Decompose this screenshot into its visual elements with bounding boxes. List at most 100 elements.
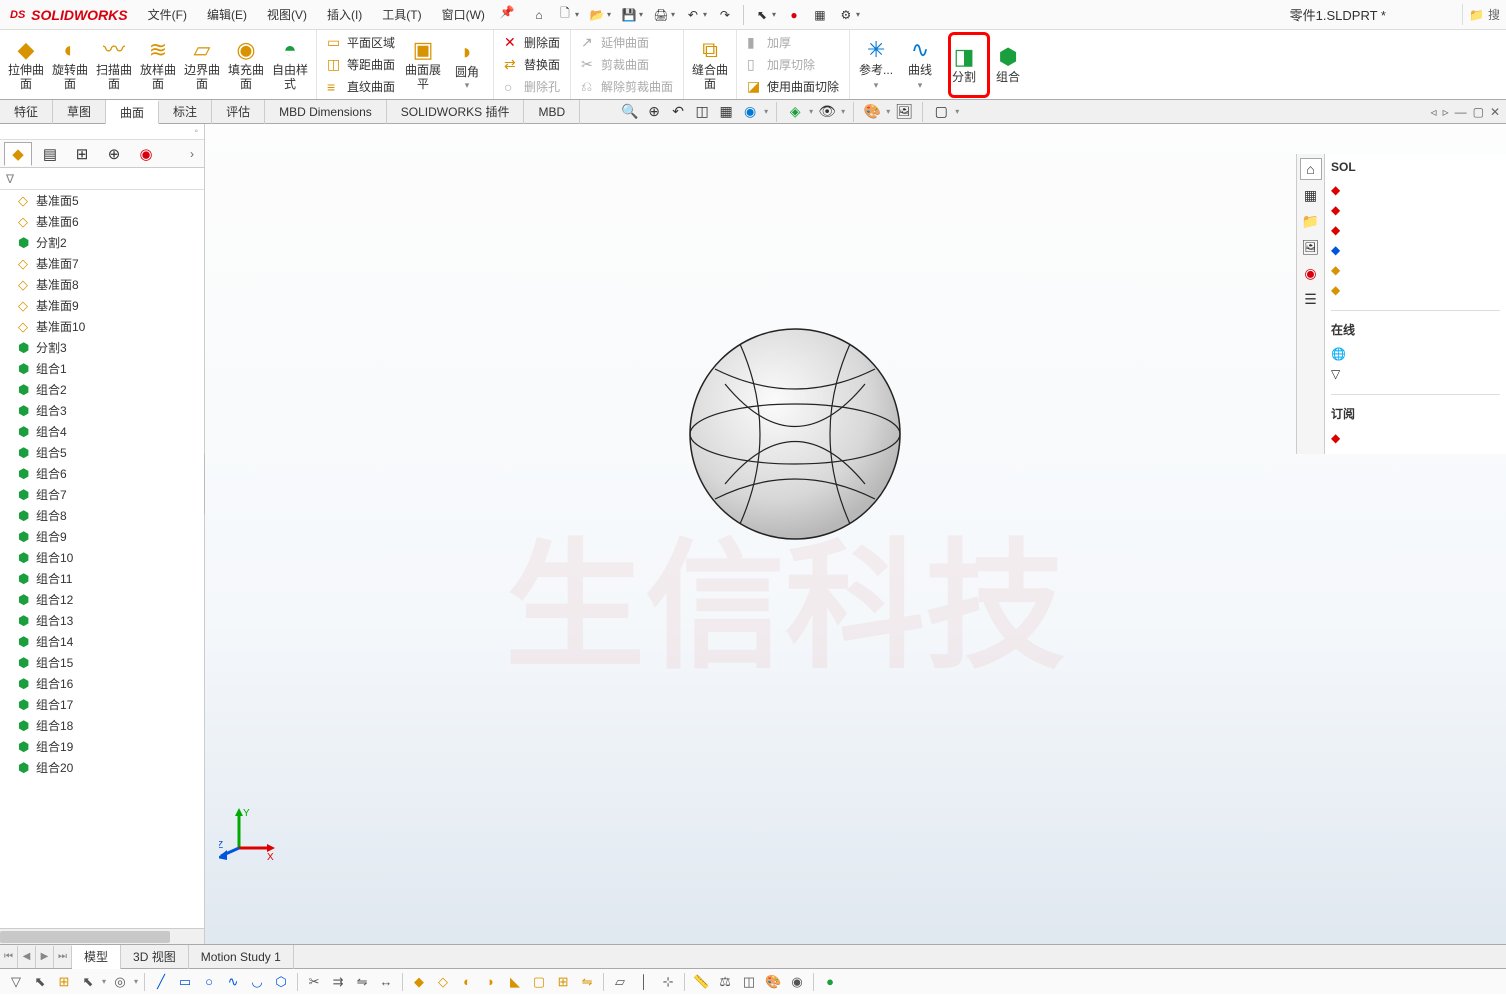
feature-tree-item[interactable]: ⬢组合14 <box>0 631 204 652</box>
menu-edit[interactable]: 编辑(E) <box>197 0 257 30</box>
online-item[interactable]: 🌐 <box>1331 344 1500 364</box>
feature-tree-item[interactable]: ⬢组合2 <box>0 379 204 400</box>
display-style-icon[interactable]: ◉ <box>740 102 760 122</box>
resource-item[interactable]: ◆ <box>1331 280 1500 300</box>
tab-addins[interactable]: SOLIDWORKS 插件 <box>387 100 525 124</box>
feature-tree-item[interactable]: ⬢组合15 <box>0 652 204 673</box>
feature-tree-tab-icon[interactable]: ◆ <box>4 142 32 166</box>
sb-mirror2-icon[interactable]: ⇋ <box>577 972 597 992</box>
sb-shell-icon[interactable]: ▢ <box>529 972 549 992</box>
combine-button[interactable]: ⬢组合 <box>986 40 1030 89</box>
print-icon[interactable]: 🖨 <box>649 3 673 27</box>
rail-view-palette-icon[interactable]: 🖼 <box>1300 236 1322 258</box>
tab-sketch[interactable]: 草图 <box>53 100 106 124</box>
window-next-icon[interactable]: ▹ <box>1443 105 1449 119</box>
feature-tree-item[interactable]: ⬢组合18 <box>0 715 204 736</box>
feature-tree-item[interactable]: ⬢组合4 <box>0 421 204 442</box>
sb-revolve-icon[interactable]: ◐ <box>457 972 477 992</box>
window-prev-icon[interactable]: ◃ <box>1431 105 1437 119</box>
tab-first-icon[interactable]: ⏮ <box>0 946 18 968</box>
sb-fillet-icon[interactable]: ◗ <box>481 972 501 992</box>
tab-evaluate[interactable]: 评估 <box>212 100 265 124</box>
sb-circle-icon[interactable]: ○ <box>199 972 219 992</box>
cut-with-surface-button[interactable]: ◪使用曲面切除 <box>741 76 845 98</box>
tab-motion-study[interactable]: Motion Study 1 <box>189 945 294 969</box>
feature-tree-item[interactable]: ⬢组合9 <box>0 526 204 547</box>
resource-item[interactable]: ◆ <box>1331 240 1500 260</box>
pin-icon[interactable]: 📌 <box>495 0 519 24</box>
zoom-area-icon[interactable]: ⊕ <box>644 102 664 122</box>
sb-select-icon[interactable]: ▽ <box>6 972 26 992</box>
feature-tree[interactable]: ◇基准面5◇基准面6⬢分割2◇基准面7◇基准面8◇基准面9◇基准面10⬢分割3⬢… <box>0 190 204 928</box>
feature-tree-item[interactable]: ⬢分割3 <box>0 337 204 358</box>
sweep-surface-button[interactable]: 〰扫描曲面 <box>92 33 136 96</box>
prev-view-icon[interactable]: ↶ <box>668 102 688 122</box>
sb-section-icon[interactable]: ◫ <box>739 972 759 992</box>
split-button[interactable]: ◨分割 <box>942 40 986 89</box>
feature-tree-item[interactable]: ⬢组合6 <box>0 463 204 484</box>
tab-features[interactable]: 特征 <box>0 100 53 124</box>
subscribe-item[interactable]: ◆ <box>1331 428 1500 448</box>
reference-button[interactable]: ✳参考...▾ <box>854 33 898 96</box>
replace-face-button[interactable]: ⇄替换面 <box>498 54 566 76</box>
sb-rebuild2-icon[interactable]: ● <box>820 972 840 992</box>
redo-icon[interactable]: ↷ <box>713 3 737 27</box>
sb-poly-icon[interactable]: ⬡ <box>271 972 291 992</box>
feature-tree-item[interactable]: ⬢分割2 <box>0 232 204 253</box>
property-manager-tab-icon[interactable]: ▤ <box>36 142 64 166</box>
feature-tree-item[interactable]: ⬢组合11 <box>0 568 204 589</box>
fill-surface-button[interactable]: ◉填充曲面 <box>224 33 268 96</box>
feature-tree-item[interactable]: ⬢组合8 <box>0 505 204 526</box>
tab-next-icon[interactable]: ▶ <box>36 946 54 968</box>
feature-tree-item[interactable]: ◇基准面8 <box>0 274 204 295</box>
rail-home-icon[interactable]: ⌂ <box>1300 158 1322 180</box>
sb-appearance2-icon[interactable]: 🎨 <box>763 972 783 992</box>
dimxpert-tab-icon[interactable]: ⊕ <box>100 142 128 166</box>
undo-icon[interactable]: ↶ <box>681 3 705 27</box>
resource-item[interactable]: ◆ <box>1331 200 1500 220</box>
sb-material-icon[interactable]: ◉ <box>787 972 807 992</box>
window-maximize-icon[interactable]: ▢ <box>1473 105 1484 119</box>
home-icon[interactable]: ⌂ <box>527 3 551 27</box>
config-manager-tab-icon[interactable]: ⊞ <box>68 142 96 166</box>
more-tabs-icon[interactable]: › <box>184 147 200 161</box>
section-view-icon[interactable]: ◫ <box>692 102 712 122</box>
tree-horizontal-scrollbar[interactable] <box>0 928 204 944</box>
sb-csys-icon[interactable]: ⊹ <box>658 972 678 992</box>
rebuild-icon[interactable]: ● <box>782 3 806 27</box>
sb-chamfer-icon[interactable]: ◣ <box>505 972 525 992</box>
save-icon[interactable]: 💾 <box>617 3 641 27</box>
feature-tree-item[interactable]: ◇基准面6 <box>0 211 204 232</box>
fillet-button[interactable]: ◗圆角▾ <box>445 35 489 94</box>
revolve-surface-button[interactable]: ◐旋转曲面 <box>48 33 92 96</box>
boundary-surface-button[interactable]: ▱边界曲面 <box>180 33 224 96</box>
menu-tools[interactable]: 工具(T) <box>372 0 431 30</box>
rail-appearances-icon[interactable]: ◉ <box>1300 262 1322 284</box>
settings-icon[interactable]: ⚙ <box>834 3 858 27</box>
feature-tree-item[interactable]: ⬢组合20 <box>0 757 204 778</box>
sb-plane-icon[interactable]: ▱ <box>610 972 630 992</box>
freeform-button[interactable]: ◓自由样式 <box>268 33 312 96</box>
feature-tree-item[interactable]: ◇基准面7 <box>0 253 204 274</box>
rail-properties-icon[interactable]: ☰ <box>1300 288 1322 310</box>
scene-icon[interactable]: 🖼 <box>894 102 914 122</box>
menu-insert[interactable]: 插入(I) <box>317 0 372 30</box>
view-orient-icon[interactable]: ▦ <box>716 102 736 122</box>
sb-measure-icon[interactable]: 📏 <box>691 972 711 992</box>
rail-library-icon[interactable]: ▦ <box>1300 184 1322 206</box>
rail-explorer-icon[interactable]: 📁 <box>1300 210 1322 232</box>
feature-tree-item[interactable]: ⬢组合17 <box>0 694 204 715</box>
sb-extrude-icon[interactable]: ◆ <box>409 972 429 992</box>
menu-window[interactable]: 窗口(W) <box>432 0 495 30</box>
search-box[interactable]: 📁 搜 <box>1462 4 1506 25</box>
tab-3dview[interactable]: 3D 视图 <box>121 945 189 969</box>
sb-offset-icon[interactable]: ⇉ <box>328 972 348 992</box>
sb-mirror-icon[interactable]: ⇋ <box>352 972 372 992</box>
curves-button[interactable]: ∿曲线▾ <box>898 33 942 96</box>
menu-view[interactable]: 视图(V) <box>257 0 317 30</box>
feature-tree-item[interactable]: ◇基准面9 <box>0 295 204 316</box>
feature-tree-item[interactable]: ⬢组合16 <box>0 673 204 694</box>
online-item[interactable]: ▽ <box>1331 364 1500 384</box>
planar-surface-button[interactable]: ▭平面区域 <box>321 32 401 54</box>
ruled-surface-button[interactable]: ≡直纹曲面 <box>321 76 401 98</box>
